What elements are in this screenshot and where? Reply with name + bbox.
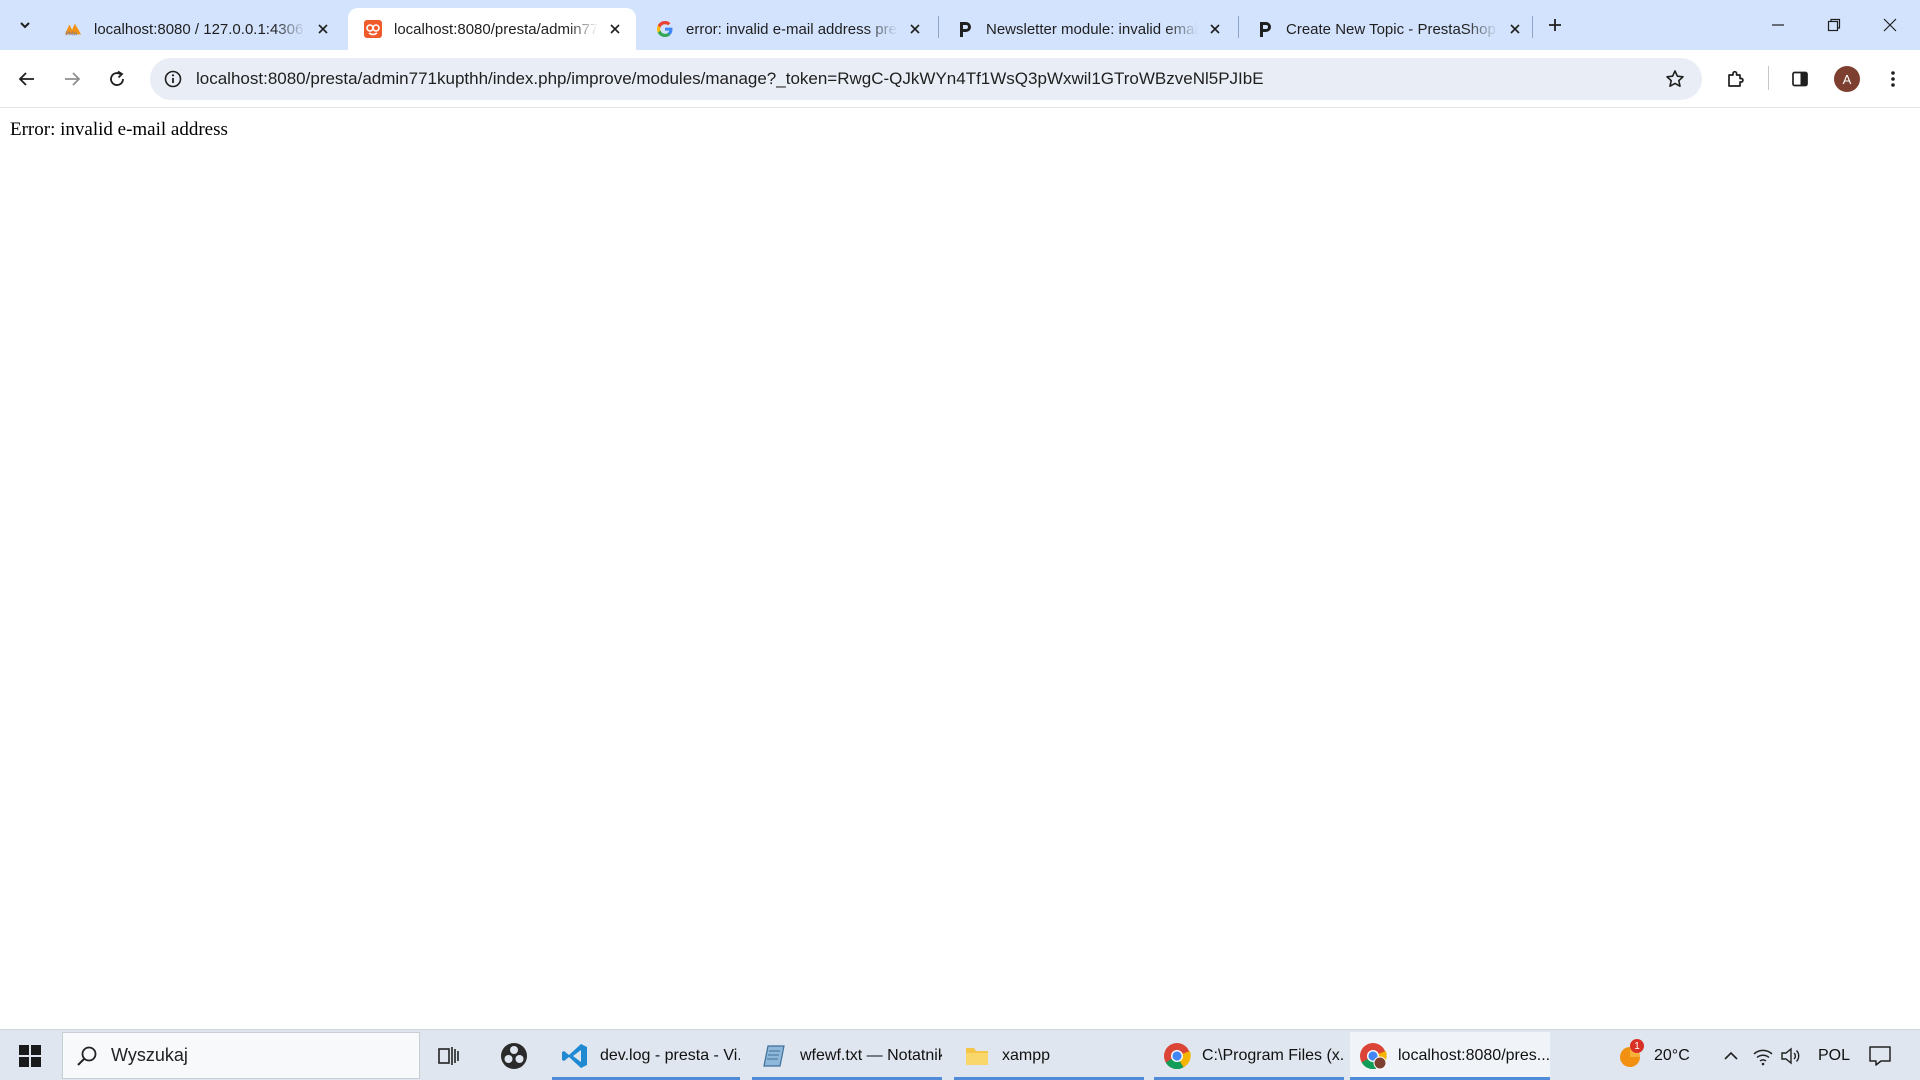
side-panel-button[interactable]	[1783, 62, 1817, 96]
input-language[interactable]: POL	[1818, 1030, 1850, 1080]
address-bar[interactable]: localhost:8080/presta/admin771kupthh/ind…	[150, 58, 1702, 100]
error-message: Error: invalid e-mail address	[10, 119, 228, 140]
prestashop-forum-icon	[956, 20, 974, 38]
tab-google-search[interactable]: error: invalid e-mail address prestashop	[640, 8, 936, 50]
tab-newsletter-forum[interactable]: Newsletter module: invalid email address	[940, 8, 1236, 50]
notepad-icon	[760, 1041, 790, 1071]
url-text[interactable]: localhost:8080/presta/admin771kupthh/ind…	[196, 58, 1596, 100]
close-icon[interactable]	[604, 18, 626, 40]
prestashop-forum-icon	[1256, 20, 1274, 38]
tab-create-topic[interactable]: Create New Topic - PrestaShop Forums	[1240, 8, 1536, 50]
taskbar-app-label: wfewf.txt — Notatnik	[800, 1047, 942, 1064]
task-view-button[interactable]	[432, 1038, 468, 1074]
tab-title: error: invalid e-mail address prestashop	[686, 20, 898, 38]
vscode-icon	[560, 1041, 590, 1071]
arrow-left-icon	[18, 72, 34, 86]
taskbar-app-label: C:\Program Files (x...	[1202, 1047, 1344, 1064]
obs-studio-button[interactable]	[496, 1038, 532, 1074]
tab-separator	[1532, 16, 1533, 38]
browser-toolbar: localhost:8080/presta/admin771kupthh/ind…	[0, 50, 1920, 108]
restore-icon	[1827, 18, 1841, 32]
close-icon	[1883, 18, 1897, 32]
kebab-menu-icon	[1891, 71, 1895, 87]
tab-prestashop-admin[interactable]: localhost:8080/presta/admin771kupthh	[348, 8, 636, 50]
chevron-down-icon	[20, 22, 30, 29]
tab-title: Newsletter module: invalid email address	[986, 20, 1198, 38]
restore-button[interactable]	[1806, 0, 1862, 50]
tab-separator	[938, 16, 939, 38]
new-tab-button[interactable]	[1540, 10, 1570, 40]
network-status[interactable]	[1752, 1030, 1774, 1080]
reload-icon	[110, 70, 124, 86]
windows-taskbar: Wyszukaj dev.log - presta - Vi... wfewf.…	[0, 1029, 1920, 1080]
taskbar-app-chrome-2[interactable]: localhost:8080/pres...	[1350, 1032, 1550, 1080]
bookmark-star-icon[interactable]	[1660, 64, 1690, 94]
tab-title: localhost:8080 / 127.0.0.1:4306 / presta…	[94, 20, 306, 38]
plus-icon	[1549, 19, 1561, 31]
chevron-up-icon	[1724, 1051, 1738, 1060]
show-hidden-icons-button[interactable]	[1722, 1030, 1740, 1080]
forward-button[interactable]	[55, 62, 89, 96]
tab-title: Create New Topic - PrestaShop Forums	[1286, 20, 1498, 38]
taskbar-app-label: localhost:8080/pres...	[1398, 1047, 1550, 1064]
taskbar-search-box[interactable]: Wyszukaj	[62, 1032, 420, 1079]
extensions-button[interactable]	[1718, 62, 1752, 96]
phpmyadmin-icon: PMA	[64, 20, 82, 38]
weather-alert-badge: 1	[1630, 1039, 1644, 1053]
taskbar-app-vscode[interactable]: dev.log - presta - Vi...	[552, 1032, 740, 1080]
page-content: Error: invalid e-mail address	[0, 109, 1920, 1029]
tab-separator	[1238, 16, 1239, 38]
chrome-icon	[1358, 1041, 1388, 1071]
notification-icon	[1869, 1045, 1891, 1066]
close-icon[interactable]	[1504, 18, 1526, 40]
taskbar-app-label: dev.log - presta - Vi...	[600, 1047, 740, 1064]
taskbar-app-label: xampp	[1002, 1047, 1051, 1064]
svg-text:PMA: PMA	[66, 31, 78, 37]
puzzle-icon	[1728, 70, 1744, 87]
chrome-icon	[1162, 1041, 1192, 1071]
windows-logo-icon	[19, 1045, 41, 1067]
close-icon[interactable]	[312, 18, 334, 40]
folder-icon	[962, 1041, 992, 1071]
arrow-right-icon	[65, 72, 81, 86]
obs-icon	[501, 1043, 527, 1069]
action-center-button[interactable]	[1868, 1030, 1892, 1080]
weather-temperature: 20°C	[1654, 1046, 1690, 1064]
wifi-icon	[1753, 1049, 1773, 1065]
search-placeholder: Wyszukaj	[111, 1045, 188, 1065]
close-icon[interactable]	[904, 18, 926, 40]
volume-control[interactable]	[1780, 1030, 1802, 1080]
google-icon	[656, 20, 674, 38]
minimize-button[interactable]	[1750, 0, 1806, 50]
reload-button[interactable]	[100, 62, 134, 96]
taskbar-app-chrome-1[interactable]: C:\Program Files (x...	[1154, 1032, 1344, 1080]
prestashop-icon	[364, 20, 382, 38]
start-button[interactable]	[8, 1038, 52, 1074]
side-panel-icon	[1792, 71, 1808, 87]
task-view-icon	[438, 1047, 459, 1065]
tab-title: localhost:8080/presta/admin771kupthh	[394, 20, 598, 38]
taskbar-app-explorer[interactable]: xampp	[954, 1032, 1144, 1080]
close-icon[interactable]	[1204, 18, 1226, 40]
minimize-icon	[1772, 24, 1784, 26]
close-window-button[interactable]	[1862, 0, 1918, 50]
profile-avatar[interactable]: A	[1834, 66, 1860, 92]
speaker-icon	[1781, 1047, 1800, 1064]
tab-search-button[interactable]	[10, 10, 40, 40]
site-info-icon[interactable]	[160, 66, 186, 92]
back-button[interactable]	[10, 62, 44, 96]
tab-phpmyadmin[interactable]: PMA localhost:8080 / 127.0.0.1:4306 / pr…	[48, 8, 344, 50]
taskbar-app-notepad[interactable]: wfewf.txt — Notatnik	[752, 1032, 942, 1080]
search-icon	[63, 1045, 111, 1067]
menu-button[interactable]	[1876, 62, 1910, 96]
toolbar-divider	[1768, 66, 1769, 90]
tab-strip: PMA localhost:8080 / 127.0.0.1:4306 / pr…	[0, 0, 1920, 50]
weather-widget[interactable]: 20°C	[1616, 1030, 1690, 1080]
